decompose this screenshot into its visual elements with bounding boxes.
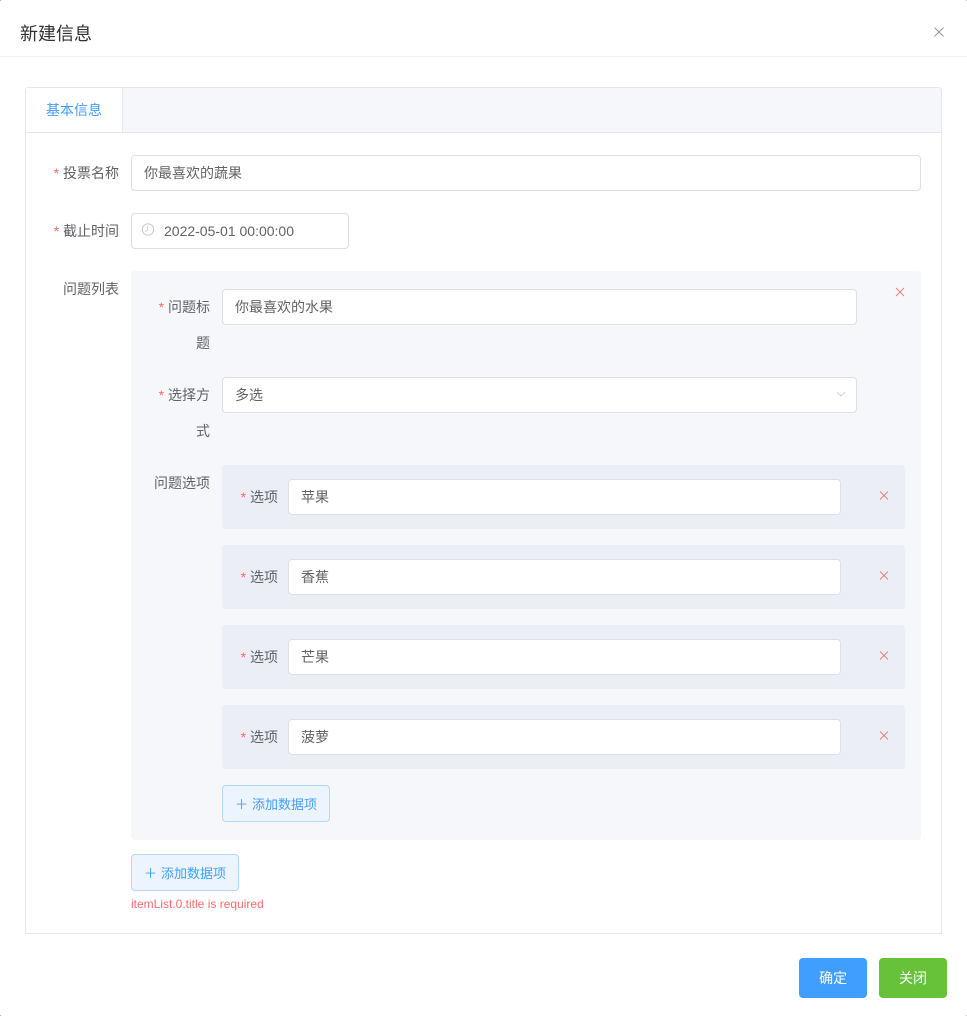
option-input[interactable] <box>288 639 841 675</box>
confirm-button[interactable]: 确定 <box>799 958 867 998</box>
remove-option-icon[interactable] <box>877 729 891 746</box>
question-card: 问题标题 选择方式 <box>131 271 921 840</box>
tab-basic-info[interactable]: 基本信息 <box>26 88 123 132</box>
add-question-label: 添加数据项 <box>161 863 226 882</box>
option-input[interactable] <box>288 479 841 515</box>
option-card: 选项 <box>222 545 905 609</box>
question-list-label: 问题列表 <box>46 271 131 307</box>
option-card: 选项 <box>222 705 905 769</box>
dialog: 新建信息 基本信息 投票名称 截止时间 <box>0 0 967 1016</box>
remove-question-icon[interactable] <box>893 285 907 302</box>
dialog-header: 新建信息 <box>0 0 967 57</box>
deadline-input[interactable] <box>131 213 349 249</box>
question-title-label: 问题标题 <box>147 289 222 361</box>
question-title-input[interactable] <box>222 289 857 325</box>
error-message: itemList.0.title is required <box>131 897 921 911</box>
remove-option-icon[interactable] <box>877 649 891 666</box>
form-item-select-mode: 选择方式 <box>147 377 905 449</box>
option-label: 选项 <box>238 487 288 507</box>
add-question-button[interactable]: ＋ 添加数据项 <box>131 854 239 891</box>
vote-name-input[interactable] <box>131 155 921 191</box>
close-button[interactable]: 关闭 <box>879 958 947 998</box>
plus-icon: ＋ <box>235 794 248 813</box>
plus-icon: ＋ <box>144 863 157 882</box>
select-mode-label: 选择方式 <box>147 377 222 449</box>
dialog-footer: 确定 关闭 <box>0 944 967 1016</box>
form-item-question-list: 问题列表 问题标题 选择方式 <box>46 271 921 911</box>
close-icon[interactable] <box>931 24 947 43</box>
option-input[interactable] <box>288 559 841 595</box>
form-item-deadline: 截止时间 <box>46 213 921 249</box>
dialog-body: 基本信息 投票名称 截止时间 <box>0 57 967 944</box>
question-options-label: 问题选项 <box>147 465 222 501</box>
option-input[interactable] <box>288 719 841 755</box>
option-label: 选项 <box>238 567 288 587</box>
form-item-vote-name: 投票名称 <box>46 155 921 191</box>
add-option-label: 添加数据项 <box>252 794 317 813</box>
remove-option-icon[interactable] <box>877 489 891 506</box>
vote-name-label: 投票名称 <box>46 155 131 191</box>
tab-content: 投票名称 截止时间 问题列表 <box>25 133 942 934</box>
tabs: 基本信息 <box>25 87 942 133</box>
remove-option-icon[interactable] <box>877 569 891 586</box>
option-label: 选项 <box>238 647 288 667</box>
option-card: 选项 <box>222 465 905 529</box>
chevron-down-icon <box>835 387 847 403</box>
select-mode-dropdown[interactable] <box>222 377 857 413</box>
option-card: 选项 <box>222 625 905 689</box>
clock-icon <box>141 223 155 240</box>
add-option-button[interactable]: ＋ 添加数据项 <box>222 785 330 822</box>
option-label: 选项 <box>238 727 288 747</box>
form-item-question-options: 问题选项 选项 选项 <box>147 465 905 822</box>
select-mode-input[interactable] <box>222 377 857 413</box>
deadline-label: 截止时间 <box>46 213 131 249</box>
form-item-question-title: 问题标题 <box>147 289 905 361</box>
dialog-title: 新建信息 <box>20 20 92 46</box>
